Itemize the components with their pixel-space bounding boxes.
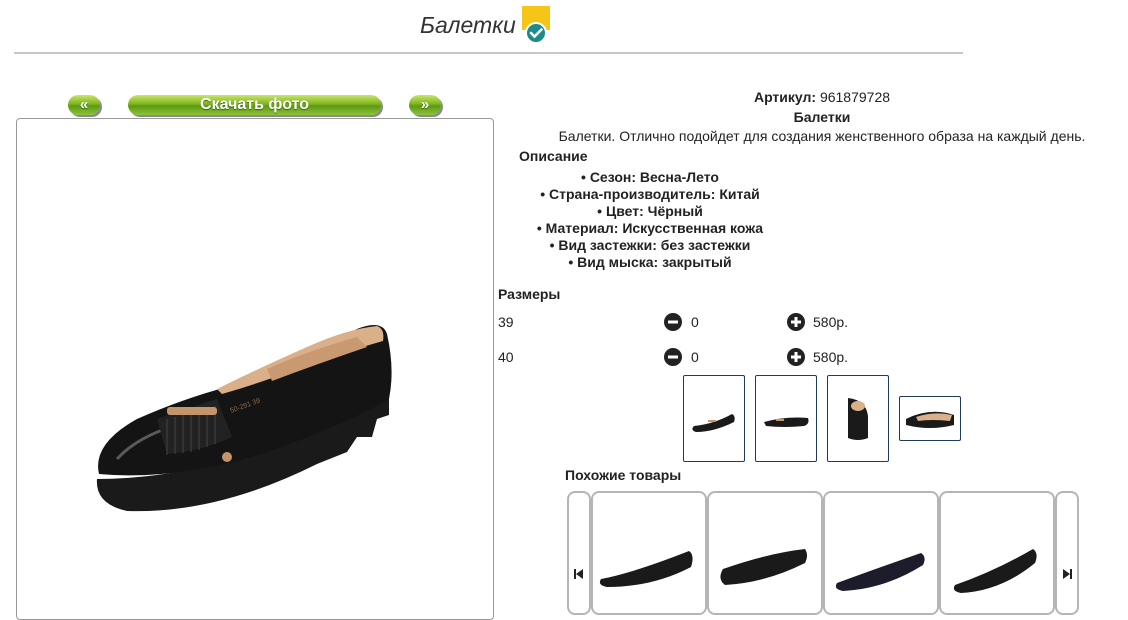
carousel-prev-button[interactable] (567, 491, 591, 615)
size-label: 39 (498, 314, 514, 330)
feature-item: • Вид застежки: без застежки (549, 237, 751, 253)
size-label: 40 (498, 349, 514, 365)
feature-item: • Вид мыска: закрытый (568, 254, 732, 270)
size-price: 580р. (813, 349, 849, 365)
check-badge-icon (522, 6, 550, 46)
plus-icon[interactable] (787, 313, 805, 331)
header-divider (14, 52, 963, 54)
skip-forward-icon (1063, 569, 1072, 579)
article-label: Артикул: (753, 89, 817, 105)
similar-item-card[interactable] (939, 491, 1055, 615)
carousel-next-button[interactable] (1055, 491, 1079, 615)
feature-item: • Страна-производитель: Китай (540, 186, 760, 202)
next-photo-button[interactable]: » (409, 95, 441, 115)
similar-heading: Похожие товары (565, 467, 682, 483)
sizes-heading: Размеры (498, 286, 561, 302)
photo-thumbnail[interactable] (755, 375, 817, 462)
description-heading: Описание (519, 148, 588, 164)
size-price: 580р. (813, 314, 849, 330)
shoe-image: 50-291 39 (96, 325, 392, 512)
similar-item-card[interactable] (591, 491, 707, 615)
minus-icon[interactable] (664, 348, 682, 366)
skip-back-icon (574, 569, 583, 579)
product-name: Балетки (793, 109, 851, 125)
page-title: Балетки (420, 12, 516, 38)
article-value: 961879728 (819, 89, 891, 105)
download-photo-button[interactable]: Скачать фото (128, 95, 381, 115)
size-quantity: 0 (691, 314, 699, 330)
feature-item: • Цвет: Чёрный (597, 203, 703, 219)
photo-thumbnail[interactable] (683, 375, 745, 462)
photo-thumbnail[interactable] (899, 396, 961, 441)
prev-photo-button[interactable]: « (68, 95, 100, 115)
main-product-photo[interactable]: 50-291 39 (16, 118, 494, 620)
product-description: Балетки. Отлично подойдет для создания ж… (558, 128, 1086, 144)
similar-item-card[interactable] (823, 491, 939, 615)
feature-item: • Сезон: Весна-Лето (581, 169, 719, 185)
similar-item-card[interactable] (707, 491, 823, 615)
feature-item: • Материал: Искусственная кожа (536, 220, 764, 236)
article-line: Артикул: 961879728 (520, 89, 1124, 105)
plus-icon[interactable] (787, 348, 805, 366)
photo-thumbnail[interactable] (827, 375, 889, 462)
minus-icon[interactable] (664, 313, 682, 331)
size-quantity: 0 (691, 349, 699, 365)
